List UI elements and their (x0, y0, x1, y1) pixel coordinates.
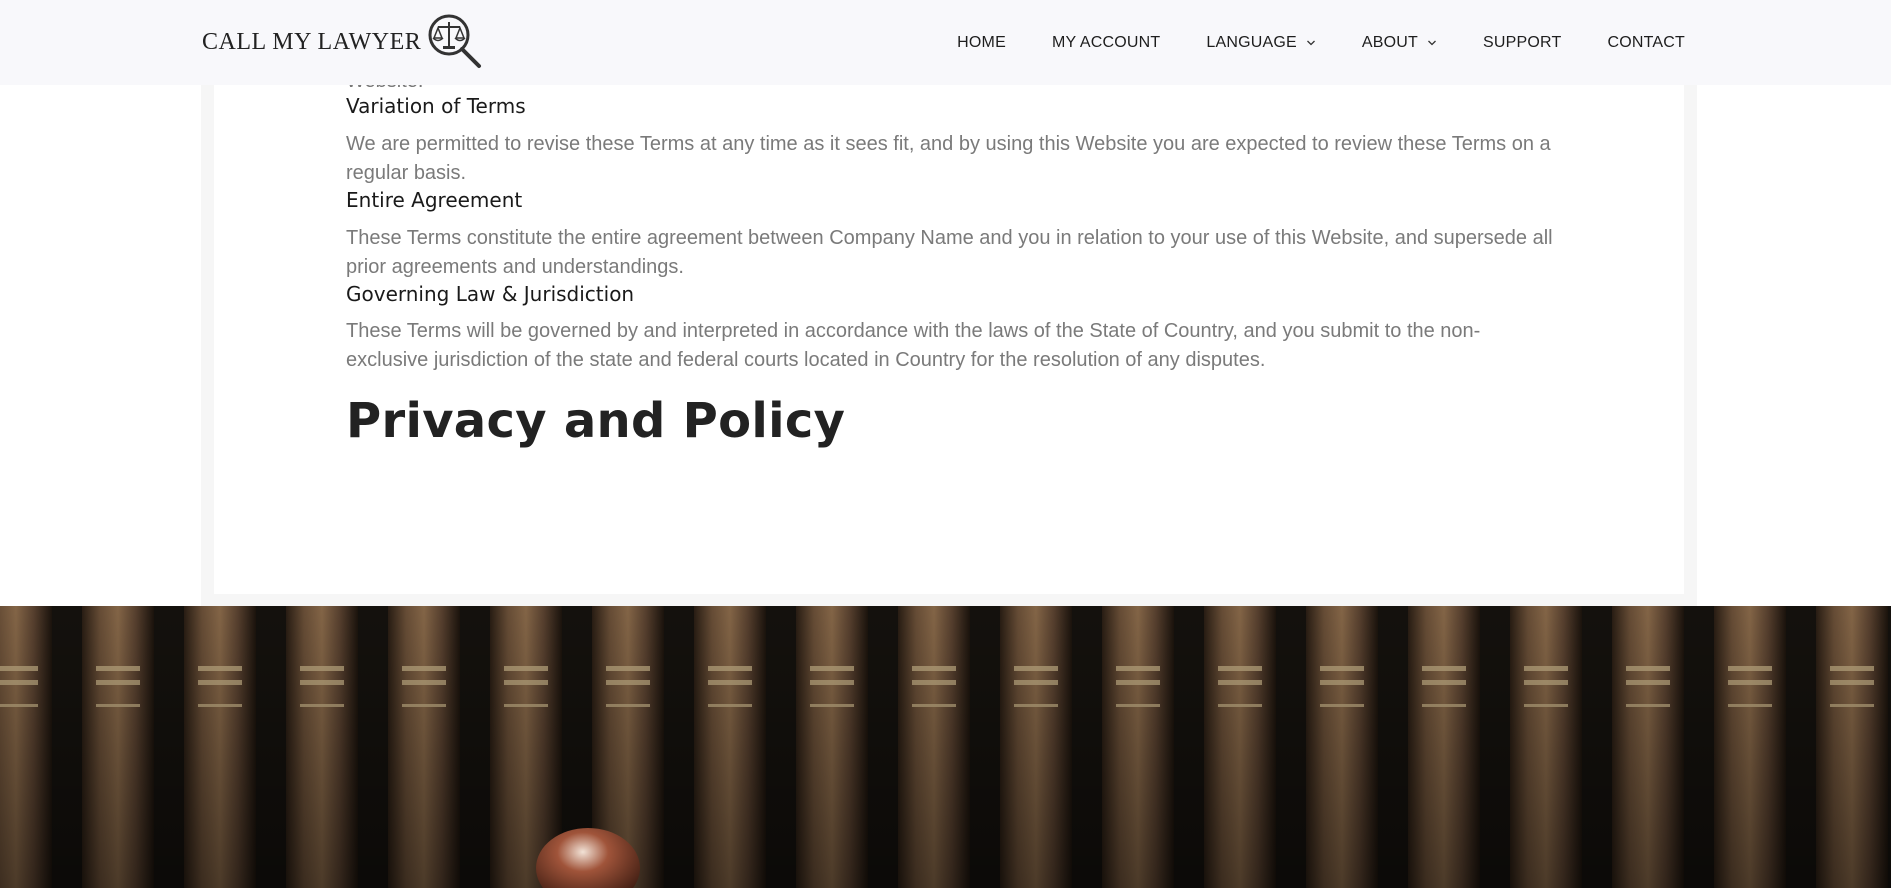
section-title: Variation of Terms (346, 94, 526, 118)
logo-text: CALL MY LAWYER (202, 28, 422, 55)
nav-support[interactable]: SUPPORT (1483, 34, 1561, 52)
site-logo[interactable]: CALL MY LAWYER (202, 13, 483, 71)
nav-label: CONTACT (1607, 33, 1685, 51)
nav-contact[interactable]: CONTACT (1607, 34, 1685, 52)
section-body: These Terms constitute the entire agreem… (346, 227, 1553, 278)
content-wrapper: Website. Variation of Terms We are permi… (201, 0, 1697, 606)
nav-home[interactable]: HOME (957, 34, 1006, 52)
nav-label: HOME (957, 33, 1006, 51)
nav-my-account[interactable]: MY ACCOUNT (1052, 34, 1160, 52)
privacy-policy-heading: Privacy and Policy (346, 393, 846, 449)
chevron-down-icon (1306, 40, 1315, 45)
chevron-down-icon (1428, 40, 1436, 45)
nav-language[interactable]: LANGUAGE (1206, 34, 1316, 52)
section-body: We are permitted to revise these Terms a… (346, 133, 1551, 184)
nav-label: MY ACCOUNT (1051, 33, 1161, 51)
nav-about[interactable]: ABOUT (1362, 34, 1437, 52)
section-title: Governing Law & Jurisdiction (346, 282, 635, 306)
nav-label: SUPPORT (1482, 33, 1562, 51)
site-header: CALL MY LAWYER HOME MY ACCOUNT LANGUAGE (0, 0, 1891, 85)
law-library-image (0, 606, 1891, 888)
section-title: Entire Agreement (346, 188, 523, 212)
law-books-gavel-image (0, 606, 1891, 888)
nav-label: ABOUT (1361, 33, 1418, 51)
section-body: These Terms will be governed by and inte… (346, 320, 1481, 371)
scales-magnifier-icon (428, 14, 482, 68)
main-nav: HOME MY ACCOUNT LANGUAGE ABOUT SUPPORT C… (957, 0, 1685, 85)
terms-content-card: Website. Variation of Terms We are permi… (214, 0, 1684, 594)
nav-label: LANGUAGE (1206, 33, 1297, 51)
